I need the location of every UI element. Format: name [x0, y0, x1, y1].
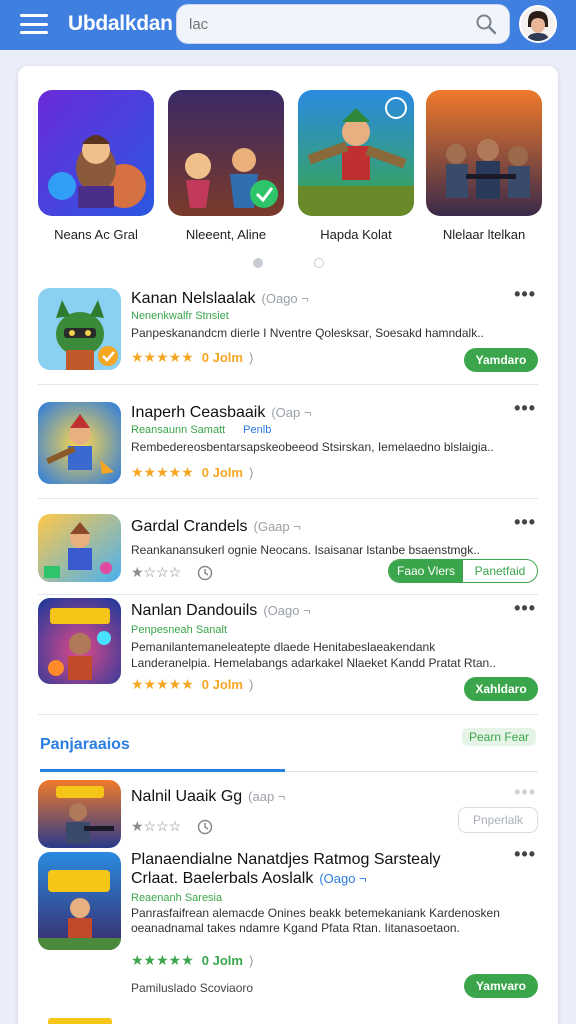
section-title[interactable]: Panjaraaios — [40, 736, 130, 754]
footer-note: Pamiluslado Scoviaoro — [131, 981, 254, 995]
featured-item[interactable]: Neans Ac Gral — [38, 90, 154, 242]
list-item[interactable]: Gardal Crandels (Gaap ¬ Reankanansukerl o… — [38, 512, 538, 586]
game-art-nexus-icon — [38, 852, 121, 950]
item-tag: (Oago ¬ — [261, 291, 309, 306]
star-rating: ★★★★★ — [131, 464, 194, 480]
clock-icon — [197, 819, 213, 835]
list-item[interactable]: Planaendialne Nanatdjes Ratmog Sarstealy… — [38, 844, 538, 1002]
game-art-pumpkin-icon — [38, 598, 121, 684]
item-description: Pemanilantemaneleatepte dlaede Henitabes… — [131, 640, 496, 670]
rating-count: 0 Jolm — [201, 465, 243, 480]
install-button[interactable]: Xahldaro — [464, 677, 538, 701]
item-subtitle: Reaenanh Saresia — [131, 892, 223, 904]
item-title: Nalnil Uaaik Gg — [131, 788, 243, 805]
item-title: Gardal Crandels — [131, 518, 248, 535]
list-item[interactable]: Kanan Nelslaalak (Oago ¬ Nenenkwalfr Stns… — [38, 284, 538, 374]
more-options-icon[interactable]: ••• — [514, 398, 536, 419]
star-rating: ★★★★★ — [131, 349, 194, 365]
item-tag: (aap ¬ — [248, 789, 286, 804]
game-art-gunner-icon — [38, 780, 121, 848]
game-art-archer-icon — [38, 402, 121, 484]
game-art-fantasy-icon — [168, 90, 284, 216]
search-bar[interactable] — [176, 4, 510, 44]
clock-icon — [197, 565, 213, 581]
item-title: Kanan Nelslaalak — [131, 290, 256, 307]
more-options-icon[interactable]: ••• — [514, 844, 536, 865]
featured-item[interactable]: Nleeent, Aline — [168, 90, 284, 242]
more-options-icon[interactable]: ••• — [514, 782, 536, 803]
carousel-dot[interactable] — [314, 258, 324, 268]
more-options-icon[interactable]: ••• — [514, 598, 536, 619]
app-title: Ubdalkdan — [68, 12, 173, 35]
chevron-right-icon: ) — [248, 677, 254, 692]
active-tab-underline — [40, 769, 285, 772]
item-title: Nanlan Dandouils — [131, 602, 258, 619]
install-button[interactable]: Yamvaro — [464, 974, 538, 998]
item-subtitle: Nenenkwalfr Stnsiet — [131, 310, 229, 322]
divider — [38, 498, 538, 499]
segment-off[interactable]: Panetfaid — [463, 560, 537, 582]
featured-item[interactable]: Hapda Kolat — [298, 90, 414, 242]
star-rating: ★☆☆☆ — [131, 818, 182, 834]
item-tag: (Oago ¬ — [319, 871, 367, 886]
list-item[interactable]: Nanlan Dandouils (Oago ¬ Penpesneah Sanal… — [38, 598, 538, 708]
user-avatar[interactable] — [519, 5, 557, 43]
segmented-toggle[interactable]: Faao Vlers Panetfaid — [388, 559, 538, 583]
item-description: Reankanansukerl ognie Neocans. Isaisanar… — [131, 543, 480, 557]
next-item-peek — [48, 1018, 112, 1024]
divider — [38, 384, 538, 385]
star-rating: ★★★★★ — [131, 952, 194, 968]
divider — [38, 594, 538, 595]
list-item[interactable]: Inaperh Ceasbaaik (Oap ¬ Reansaunn Samatt… — [38, 398, 538, 488]
game-art-soldiers-icon — [426, 90, 542, 216]
install-button[interactable]: Yamdaro — [464, 348, 538, 372]
item-tag: (Oago ¬ — [263, 603, 311, 618]
item-tag: (Gaap ¬ — [253, 519, 301, 534]
game-art-wizard-icon — [38, 90, 154, 216]
divider — [38, 714, 538, 715]
top-app-bar: Ubdalkdan — [0, 0, 576, 50]
more-options-icon[interactable]: ••• — [514, 284, 536, 305]
item-description: Panrasfaifrean alemacde Onines beakk bet… — [131, 906, 500, 935]
hamburger-menu-icon[interactable] — [20, 12, 48, 36]
game-art-goblin-icon — [38, 288, 121, 370]
carousel-indicator — [18, 258, 558, 270]
item-subtitle: Penpesneah Sanalt — [131, 624, 228, 636]
item-subtitle: Reansaunn Samatt — [131, 424, 226, 436]
carousel-dot-active[interactable] — [253, 258, 263, 268]
featured-label: Nlelaar ltelkan — [442, 227, 526, 242]
item-title: Planaendialne Nanatdjes Ratmog Sarstealy… — [131, 851, 441, 887]
star-rating: ★★★★★ — [131, 676, 194, 692]
game-art-warrior-icon — [298, 90, 414, 216]
section-chip[interactable]: Pearn Fear — [462, 728, 536, 746]
segment-on[interactable]: Faao Vlers — [389, 560, 463, 582]
list-item[interactable]: Nalnil Uaaik Gg (aap ¬ ★☆☆☆ ••• Pnperlalk — [38, 780, 538, 848]
more-options-icon[interactable]: ••• — [514, 512, 536, 533]
rating-count: 0 Jolm — [201, 953, 243, 968]
featured-label: Neans Ac Gral — [54, 227, 138, 242]
featured-carousel: Neans Ac Gral Nleeent, Aline Hapda Kolat… — [38, 90, 548, 250]
item-description: Rembedereosbentarsapskeobeeod Stsirskan,… — [131, 440, 494, 454]
featured-label: Hapda Kolat — [320, 227, 392, 242]
rating-count: 0 Jolm — [201, 677, 243, 692]
game-art-hero-icon — [38, 514, 121, 582]
item-subtitle-link[interactable]: Penlb — [243, 424, 271, 436]
chevron-right-icon: ) — [248, 465, 254, 480]
item-description: Panpeskanandcm dierle I Nventre Qolesksa… — [131, 326, 484, 340]
chevron-right-icon: ) — [248, 350, 254, 365]
search-icon[interactable] — [475, 13, 497, 35]
chevron-right-icon: ) — [248, 953, 254, 968]
rating-count: 0 Jolm — [201, 350, 243, 365]
featured-item[interactable]: Nlelaar ltelkan — [426, 90, 542, 242]
disabled-button[interactable]: Pnperlalk — [458, 807, 538, 833]
item-tag: (Oap ¬ — [271, 405, 312, 420]
star-rating: ★☆☆☆ — [131, 564, 182, 580]
content-card: Neans Ac Gral Nleeent, Aline Hapda Kolat… — [18, 66, 558, 1024]
item-title: Inaperh Ceasbaaik — [131, 404, 266, 421]
featured-label: Nleeent, Aline — [185, 227, 267, 242]
search-input[interactable] — [189, 15, 475, 33]
